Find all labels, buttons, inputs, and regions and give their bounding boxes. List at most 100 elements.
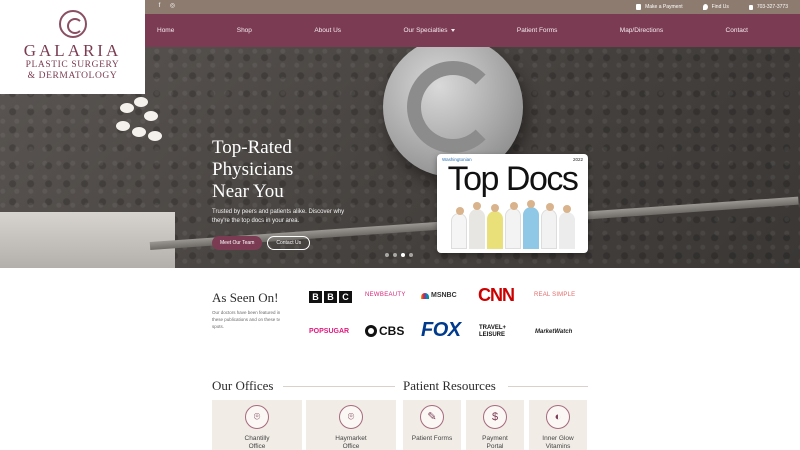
chevron-down-icon bbox=[450, 29, 455, 32]
find-us-label: Find Us bbox=[711, 4, 729, 10]
bbc-letter-b1: B bbox=[309, 291, 322, 303]
realsimple-logo: REAL SIMPLE bbox=[534, 292, 576, 298]
cbs-logo: CBS bbox=[365, 324, 404, 338]
travel-leisure-logo: TRAVEL+ LEISURE bbox=[479, 325, 506, 339]
orchid-decoration bbox=[112, 97, 167, 167]
cnn-logo: CNN bbox=[478, 285, 515, 305]
magazine-title: Top Docs bbox=[447, 160, 579, 198]
slide-dot-1[interactable] bbox=[385, 253, 389, 257]
nav-specialties-label: Our Specialties bbox=[403, 27, 448, 34]
reception-desk bbox=[0, 212, 175, 268]
phone-icon bbox=[748, 4, 753, 10]
site-logo[interactable]: GALARIA PLASTIC SURGERY & DERMATOLOGY bbox=[0, 0, 145, 94]
haymarket-office-card[interactable]: ⌾ Haymarket Office bbox=[306, 400, 396, 450]
contact-us-button[interactable]: Contact Us bbox=[267, 236, 311, 250]
bbc-logo: B B C bbox=[309, 291, 352, 303]
media-logos: B B C NEWBEAUTY MSNBC CNN REAL SIMPLE PO… bbox=[309, 285, 584, 346]
instagram-icon[interactable]: ◎ bbox=[169, 3, 176, 10]
patient-forms-label: Patient Forms bbox=[403, 435, 461, 443]
slide-dot-4[interactable] bbox=[409, 253, 413, 257]
resources-divider bbox=[508, 386, 588, 387]
slide-dot-3[interactable] bbox=[401, 253, 405, 257]
offices-divider bbox=[283, 386, 395, 387]
nav-map-directions[interactable]: Map/Directions bbox=[620, 27, 663, 34]
bbc-letter-c: C bbox=[339, 291, 352, 303]
payment-icon: $ bbox=[483, 405, 507, 429]
nav-home-label: Home bbox=[157, 27, 175, 34]
map-pin-icon: ⌾ bbox=[339, 405, 363, 429]
slide-dot-2[interactable] bbox=[393, 253, 397, 257]
doctors-group-photo bbox=[443, 200, 583, 249]
clipboard-icon: ✎ bbox=[420, 405, 444, 429]
social-links: f ◎ bbox=[156, 3, 176, 10]
payment-label-l1: Payment bbox=[482, 435, 508, 442]
popsugar-logo: POPSUGAR bbox=[309, 328, 350, 335]
hero-title-line-3: Near You bbox=[212, 181, 284, 202]
nav-specialties[interactable]: Our Specialties bbox=[403, 27, 455, 34]
nav-contact-label: Contact bbox=[725, 27, 748, 34]
hero-buttons: Meet Our Team Contact Us bbox=[212, 236, 311, 250]
bbc-letter-b2: B bbox=[324, 291, 337, 303]
chantilly-office-label: Chantilly Office bbox=[212, 435, 302, 450]
utility-links: Make a Payment Find Us 703-327-3773 bbox=[636, 0, 788, 14]
location-icon bbox=[702, 4, 708, 10]
top-docs-magazine-cover: Washingtonian 2022 Top Docs bbox=[437, 154, 588, 253]
meet-our-team-button[interactable]: Meet Our Team bbox=[212, 236, 263, 250]
payment-portal-card[interactable]: $ Payment Portal bbox=[466, 400, 524, 450]
slider-dots bbox=[385, 253, 413, 257]
haymarket-label-l1: Haymarket bbox=[335, 435, 367, 442]
vitamin-icon: ◐ bbox=[546, 405, 570, 429]
make-payment-label: Make a Payment bbox=[645, 4, 683, 10]
patient-forms-label-l1: Patient Forms bbox=[411, 435, 453, 442]
logo-line-2: PLASTIC SURGERY bbox=[25, 60, 120, 70]
payment-label-l2: Portal bbox=[486, 442, 504, 450]
inner-glow-label-l1: Inner Glow bbox=[542, 435, 574, 442]
msnbc-logo: MSNBC bbox=[421, 292, 457, 299]
inner-glow-label: Inner Glow Vitamins bbox=[529, 435, 587, 450]
logo-line-1: GALARIA bbox=[23, 41, 122, 60]
nav-contact[interactable]: Contact bbox=[726, 27, 748, 34]
nav-about-label: About Us bbox=[314, 27, 342, 34]
marketwatch-logo: MarketWatch bbox=[535, 329, 573, 335]
fox-logo: FOX bbox=[421, 319, 461, 341]
our-offices-title: Our Offices bbox=[212, 378, 274, 393]
patient-resources-title: Patient Resources bbox=[403, 378, 496, 393]
nav-map-label: Map/Directions bbox=[619, 27, 664, 34]
find-us-link[interactable]: Find Us bbox=[702, 4, 729, 10]
msnbc-text: MSNBC bbox=[431, 292, 457, 299]
travel-text: TRAVEL+ bbox=[479, 325, 507, 331]
facebook-icon[interactable]: f bbox=[156, 3, 163, 10]
hero-title-line-1: Top-Rated bbox=[212, 137, 292, 158]
hero-title-line-2: Physicians bbox=[212, 159, 294, 180]
cbs-text: CBS bbox=[379, 324, 405, 338]
haymarket-office-label: Haymarket Office bbox=[306, 435, 396, 450]
nav-patient-forms-label: Patient Forms bbox=[516, 27, 558, 34]
haymarket-label-l2: Office bbox=[342, 442, 360, 450]
inner-glow-label-l2: Vitamins bbox=[545, 442, 571, 450]
make-payment-link[interactable]: Make a Payment bbox=[636, 4, 683, 10]
peacock-icon bbox=[421, 292, 429, 299]
nav-home[interactable]: Home bbox=[157, 27, 174, 34]
nav-patient-forms[interactable]: Patient Forms bbox=[517, 27, 557, 34]
chantilly-office-card[interactable]: ⌾ Chantilly Office bbox=[212, 400, 302, 450]
patient-forms-card[interactable]: ✎ Patient Forms bbox=[403, 400, 461, 450]
cbs-eye-icon bbox=[365, 325, 377, 337]
chantilly-label-l2: Office bbox=[248, 442, 266, 450]
phone-link[interactable]: 703-327-3773 bbox=[748, 4, 788, 10]
nav-shop[interactable]: Shop bbox=[237, 27, 252, 34]
nav-about[interactable]: About Us bbox=[314, 27, 341, 34]
as-seen-on-title: As Seen On! bbox=[212, 290, 279, 305]
logo-line-3: & DERMATOLOGY bbox=[27, 71, 118, 81]
card-icon bbox=[636, 4, 642, 10]
hero-title: Top-Rated Physicians Near You bbox=[212, 137, 362, 203]
hero-subtitle: Trusted by peers and patients alike. Dis… bbox=[212, 209, 345, 224]
inner-glow-vitamins-card[interactable]: ◐ Inner Glow Vitamins bbox=[529, 400, 587, 450]
chantilly-label-l1: Chantilly bbox=[244, 435, 270, 442]
as-seen-on-description: Our doctors have been featured in these … bbox=[212, 310, 281, 329]
payment-portal-label: Payment Portal bbox=[466, 435, 524, 450]
nav-shop-label: Shop bbox=[236, 27, 252, 34]
newbeauty-logo: NEWBEAUTY bbox=[365, 292, 406, 298]
leisure-text: LEISURE bbox=[479, 332, 506, 338]
logo-mark-icon bbox=[59, 10, 87, 38]
phone-label: 703-327-3773 bbox=[756, 4, 788, 10]
